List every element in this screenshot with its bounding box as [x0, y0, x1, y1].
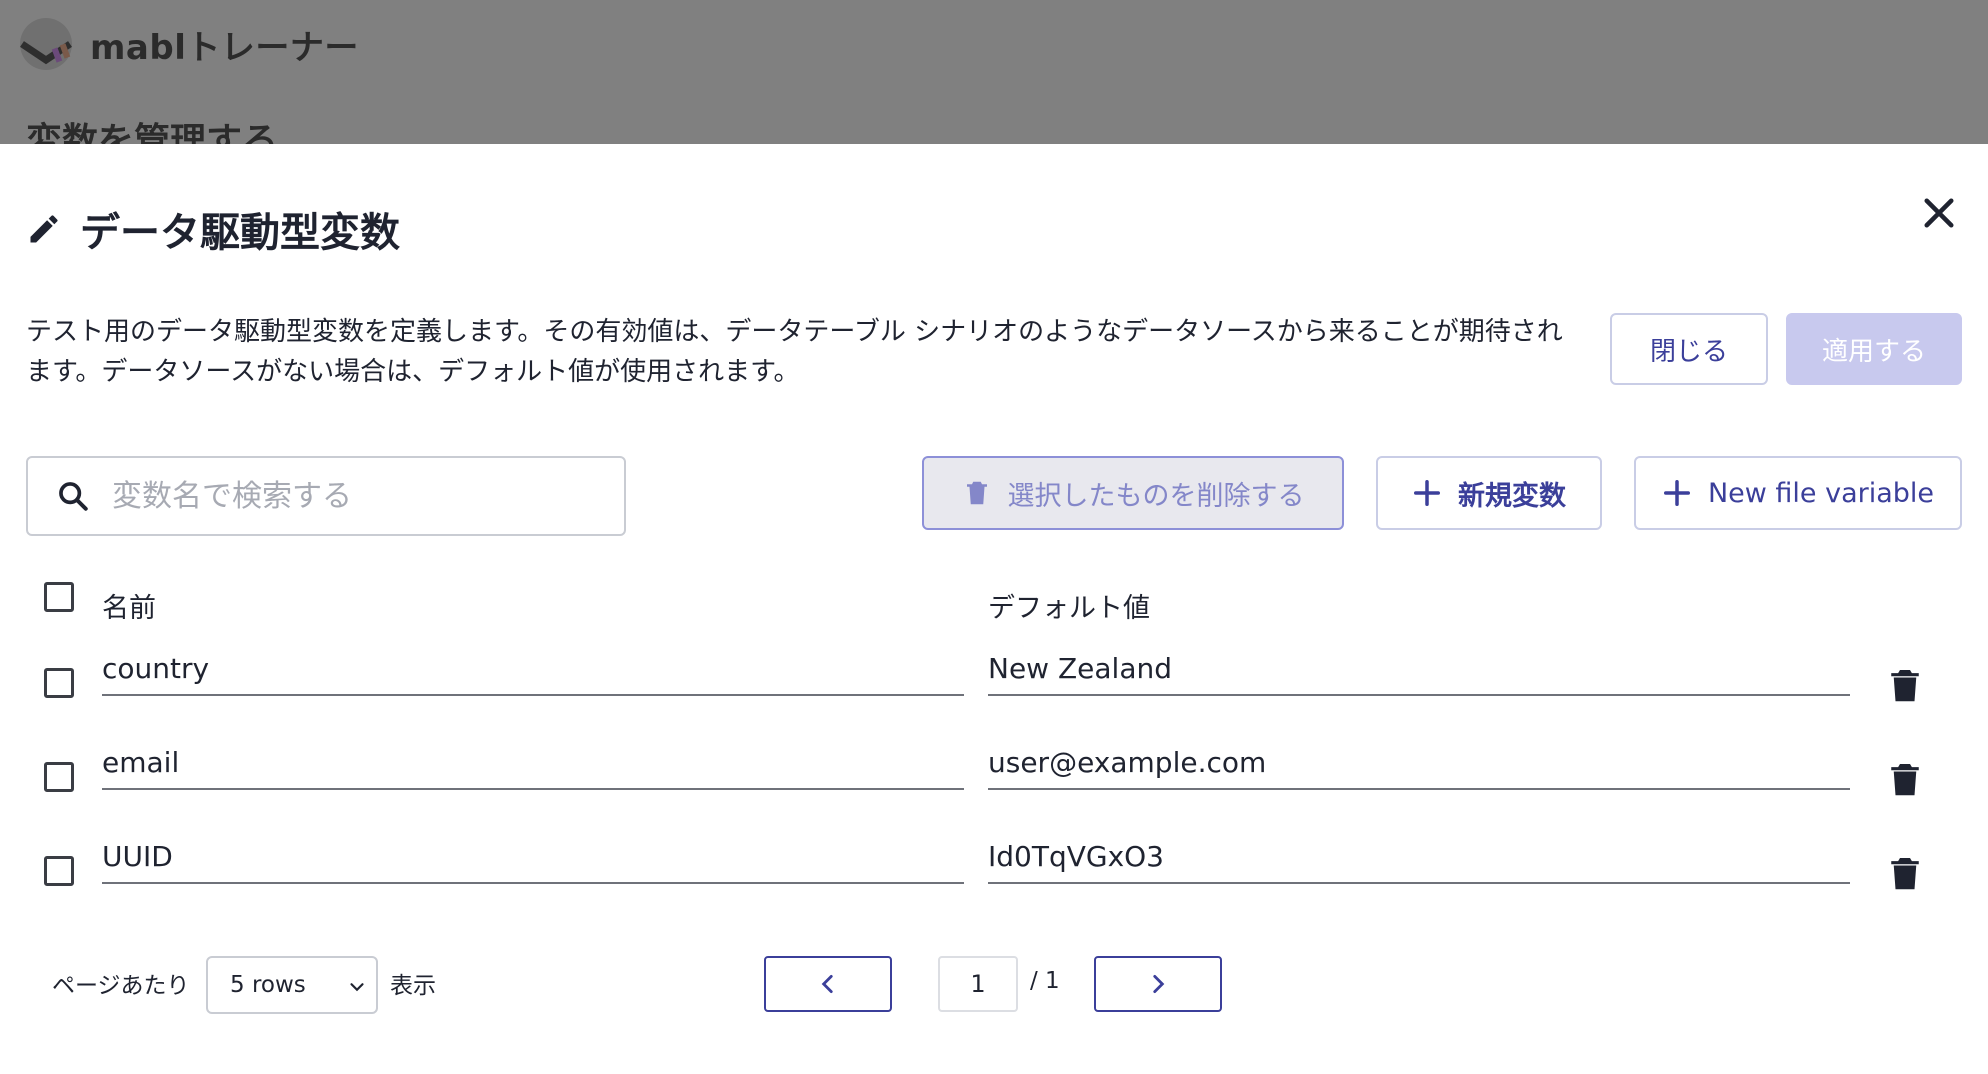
search-box[interactable]: [26, 456, 626, 536]
new-variable-button[interactable]: 新規変数: [1376, 456, 1602, 530]
row-checkbox[interactable]: [44, 762, 74, 792]
chevron-down-icon: [350, 983, 364, 992]
modal-header: データ駆動型変数: [26, 202, 400, 256]
delete-row-icon[interactable]: [1890, 854, 1920, 892]
name-column-header: 名前: [102, 593, 156, 624]
pencil-icon: [30, 215, 58, 243]
modal-description: テスト用のデータ駆動型変数を定義します。その有効値は、データテーブル シナリオの…: [26, 317, 1563, 387]
rows-per-page-select[interactable]: 5 rows: [206, 956, 378, 1014]
app-title: mablトレーナー: [90, 28, 359, 68]
new-file-variable-label: New file variable: [1707, 477, 1935, 509]
row-checkbox[interactable]: [44, 856, 74, 886]
display-label: 表示: [390, 973, 436, 999]
default-value-field[interactable]: Id0TqVGxO3: [988, 830, 1850, 884]
close-button[interactable]: 閉じる: [1610, 313, 1768, 385]
mabl-logo-icon: [20, 18, 72, 70]
search-input[interactable]: [112, 478, 592, 514]
default-value-column-header: デフォルト値: [988, 593, 1150, 624]
trash-icon: [966, 481, 987, 505]
close-icon: [1924, 198, 1954, 228]
background-heading: 変数を管理する: [26, 121, 279, 144]
delete-row-icon[interactable]: [1890, 760, 1920, 798]
chevron-right-icon: [1153, 975, 1165, 993]
per-page-label: ページあたり: [52, 973, 190, 999]
data-driven-variables-modal: データ駆動型変数 テスト用のデータ駆動型変数を定義します。その有効値は、データテ…: [0, 144, 1988, 1074]
chevron-left-icon: [821, 975, 833, 993]
default-value-field[interactable]: New Zealand: [988, 642, 1850, 696]
delete-row-icon[interactable]: [1890, 666, 1920, 704]
app-header: mablトレーナー 変数を管理する: [0, 0, 1988, 144]
row-checkbox[interactable]: [44, 668, 74, 698]
default-value-field[interactable]: user@example.com: [988, 736, 1850, 790]
variable-name-field[interactable]: country: [102, 642, 964, 696]
variable-name-field[interactable]: UUID: [102, 830, 964, 884]
plus-icon: [1663, 480, 1690, 506]
total-pages-label: / 1: [1030, 968, 1060, 994]
select-all-checkbox[interactable]: [44, 582, 74, 612]
variable-name-field[interactable]: email: [102, 736, 964, 790]
plus-icon: [1414, 480, 1440, 506]
new-file-variable-button[interactable]: New file variable: [1634, 456, 1962, 530]
delete-selected-button[interactable]: 選択したものを削除する: [922, 456, 1344, 530]
next-page-button[interactable]: [1094, 956, 1222, 1012]
current-page-input[interactable]: [938, 956, 1018, 1012]
apply-button[interactable]: 適用する: [1786, 313, 1962, 385]
modal-title: データ駆動型変数: [80, 210, 400, 256]
delete-selected-label: 選択したものを削除する: [1007, 480, 1305, 512]
search-icon: [59, 482, 88, 511]
new-variable-label: 新規変数: [1458, 480, 1566, 512]
rows-per-page-value: 5 rows: [230, 972, 306, 998]
close-modal-button[interactable]: [1918, 192, 1960, 234]
previous-page-button[interactable]: [764, 956, 892, 1012]
